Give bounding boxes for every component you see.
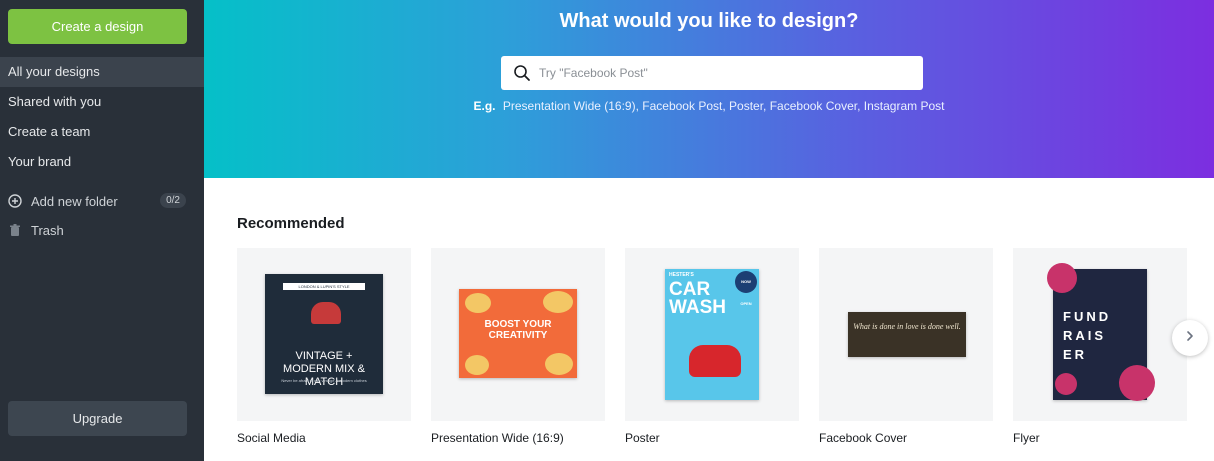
sidebar-item-all-designs[interactable]: All your designs: [0, 57, 216, 87]
card-flyer[interactable]: FUND RAIS ER Flyer: [1013, 248, 1187, 445]
example-poster[interactable]: Poster,: [729, 99, 766, 113]
carousel-next-button[interactable]: [1172, 320, 1208, 356]
facebook-cover-thumbnail: What is done in love is done well.: [848, 312, 966, 357]
example-instagram-post[interactable]: Instagram Post: [864, 99, 945, 113]
card-tile: FUND RAIS ER: [1013, 248, 1187, 421]
examples-prefix: E.g.: [473, 99, 496, 113]
thumb-blob: [543, 291, 573, 313]
social-media-thumbnail: LONDON & LUPIN'S STYLE VINTAGE + MODERN …: [265, 274, 383, 394]
trash-link[interactable]: Trash: [0, 219, 204, 241]
card-tile: HESTER'S NOW OPEN CAR WASH: [625, 248, 799, 421]
card-facebook-cover[interactable]: What is done in love is done well. Faceb…: [819, 248, 993, 445]
card-social-media[interactable]: LONDON & LUPIN'S STYLE VINTAGE + MODERN …: [237, 248, 411, 445]
sidebar-item-shared[interactable]: Shared with you: [0, 87, 204, 117]
recommended-heading: Recommended: [237, 215, 345, 232]
hero-title: What would you like to design?: [559, 10, 859, 32]
thumb-blob: [545, 353, 573, 375]
search-input[interactable]: [539, 66, 899, 80]
card-caption: Flyer: [1013, 431, 1040, 445]
poster-thumbnail: HESTER'S NOW OPEN CAR WASH: [665, 269, 759, 400]
card-tile: BOOST YOUR CREATIVITY: [431, 248, 605, 421]
search-box[interactable]: [501, 56, 923, 90]
thumb-blob: [465, 355, 489, 375]
sidebar-item-your-brand[interactable]: Your brand: [0, 147, 204, 177]
thumb-figure: [311, 302, 341, 324]
thumb-blob: [465, 293, 491, 313]
trash-icon: [8, 223, 22, 237]
card-tile: What is done in love is done well.: [819, 248, 993, 421]
thumb-flower: [1119, 365, 1155, 401]
recommended-cards: LONDON & LUPIN'S STYLE VINTAGE + MODERN …: [237, 248, 1214, 461]
thumb-text: What is done in love is done well.: [853, 322, 961, 331]
card-caption: Presentation Wide (16:9): [431, 431, 564, 445]
thumb-band-text: LONDON & LUPIN'S STYLE: [298, 284, 350, 289]
thumb-text: BOOST YOUR CREATIVITY: [484, 319, 552, 341]
thumb-flower: [1047, 263, 1077, 293]
hero-banner: What would you like to design? E.g. Pres…: [204, 0, 1214, 178]
sidebar-nav: All your designs Shared with you Create …: [0, 57, 216, 177]
card-caption: Facebook Cover: [819, 431, 908, 445]
add-folder-label: Add new folder: [31, 193, 118, 209]
sidebar-item-create-team[interactable]: Create a team: [0, 117, 204, 147]
example-presentation-wide[interactable]: Presentation Wide (16:9),: [503, 99, 639, 113]
trash-label: Trash: [31, 222, 64, 238]
card-caption: Social Media: [237, 431, 306, 445]
sidebar: Create a design All your designs Shared …: [0, 0, 216, 461]
flyer-thumbnail: FUND RAIS ER: [1047, 263, 1155, 401]
example-facebook-cover[interactable]: Facebook Cover,: [770, 99, 861, 113]
thumb-text: FUND RAIS ER: [1063, 309, 1112, 362]
thumb-text: CAR WASH: [669, 279, 726, 318]
card-presentation-wide[interactable]: BOOST YOUR CREATIVITY Presentation Wide …: [431, 248, 605, 445]
thumb-text: VINTAGE + MODERN MIX & MATCH: [283, 350, 365, 388]
search-icon: [513, 64, 531, 82]
thumb-band: LONDON & LUPIN'S STYLE: [283, 283, 365, 290]
chevron-right-icon: [1184, 329, 1196, 347]
card-poster[interactable]: HESTER'S NOW OPEN CAR WASH Poster: [625, 248, 799, 445]
plus-circle-icon: [8, 194, 22, 208]
create-design-button[interactable]: Create a design: [8, 9, 187, 44]
card-tile: LONDON & LUPIN'S STYLE VINTAGE + MODERN …: [237, 248, 411, 421]
card-caption: Poster: [625, 431, 660, 445]
thumb-small-text: Never be afraid to mix vintage & modern …: [281, 378, 367, 383]
add-folder-button[interactable]: Add new folder 0/2: [0, 190, 204, 212]
thumb-header: HESTER'S: [669, 272, 694, 278]
folder-count-badge: 0/2: [160, 193, 186, 208]
presentation-thumbnail: BOOST YOUR CREATIVITY: [459, 289, 577, 378]
thumb-flower: [1055, 373, 1077, 395]
example-facebook-post[interactable]: Facebook Post,: [642, 99, 725, 113]
upgrade-button[interactable]: Upgrade: [8, 401, 187, 436]
thumb-car: [689, 345, 741, 377]
example-suggestions: E.g. Presentation Wide (16:9), Facebook …: [204, 99, 1214, 113]
